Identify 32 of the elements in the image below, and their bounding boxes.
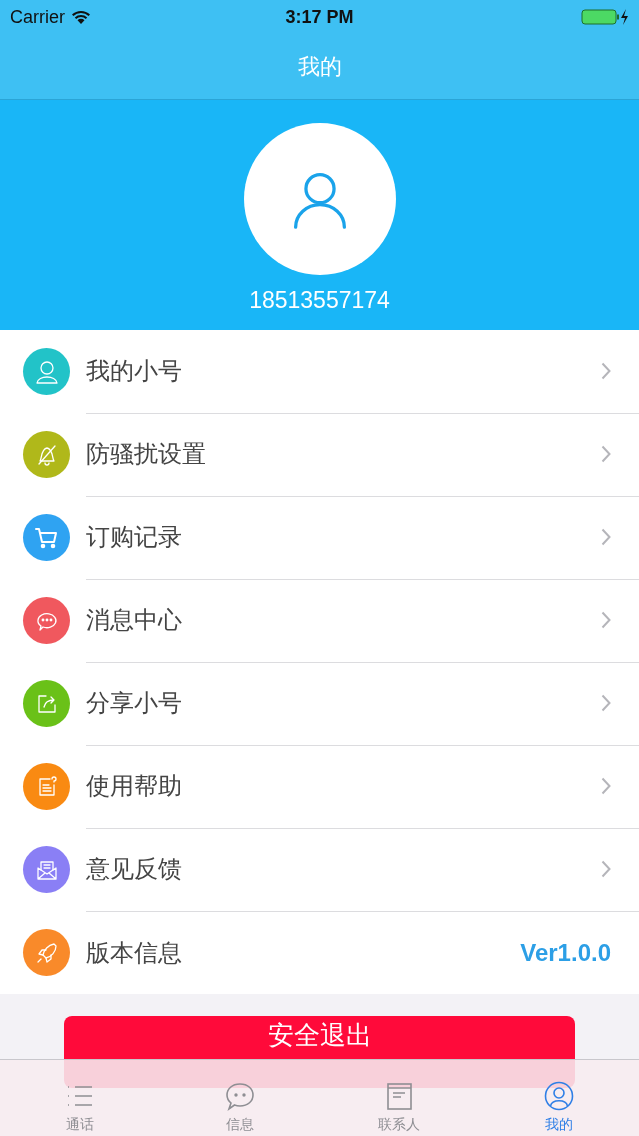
chevron-icon xyxy=(601,611,611,629)
menu-item[interactable]: 意见反馈 xyxy=(0,828,639,911)
chat-bubble-icon xyxy=(223,1080,256,1112)
menu-item[interactable]: 订购记录 xyxy=(0,496,639,579)
chevron-icon xyxy=(601,777,611,795)
menu-item[interactable]: 消息中心 xyxy=(0,579,639,662)
battery-icon xyxy=(581,8,629,26)
chevron-icon xyxy=(601,528,611,546)
menu-item[interactable]: 防骚扰设置 xyxy=(0,413,639,496)
chevron-icon xyxy=(601,362,611,380)
chevron-icon xyxy=(601,860,611,878)
menu-item[interactable]: 我的小号 xyxy=(0,330,639,413)
phone-number: 18513557174 xyxy=(249,287,390,314)
chevron-icon xyxy=(601,445,611,463)
menu-label: 防骚扰设置 xyxy=(86,439,206,470)
menu-label: 意见反馈 xyxy=(86,854,182,885)
version-text: Ver1.0.0 xyxy=(520,938,611,967)
menu-item[interactable]: 分享小号 xyxy=(0,662,639,745)
person-icon xyxy=(543,1080,576,1112)
status-time: 3:17 PM xyxy=(284,6,355,28)
menu-label: 订购记录 xyxy=(86,522,182,553)
wifi-icon xyxy=(71,9,91,25)
menu-label: 分享小号 xyxy=(86,688,182,719)
chevron-icon xyxy=(601,694,611,712)
menu-item[interactable]: 版本信息 Ver1.0.0 xyxy=(0,911,639,994)
menu-label: 使用帮助 xyxy=(86,771,182,802)
menu-item[interactable]: 使用帮助 xyxy=(0,745,639,828)
menu-label: 版本信息 xyxy=(86,937,182,969)
menu-label: 我的小号 xyxy=(86,356,182,387)
menu-label: 消息中心 xyxy=(86,605,182,636)
page-title: 我的 xyxy=(297,52,342,81)
carrier-name: Carrier xyxy=(10,6,65,28)
